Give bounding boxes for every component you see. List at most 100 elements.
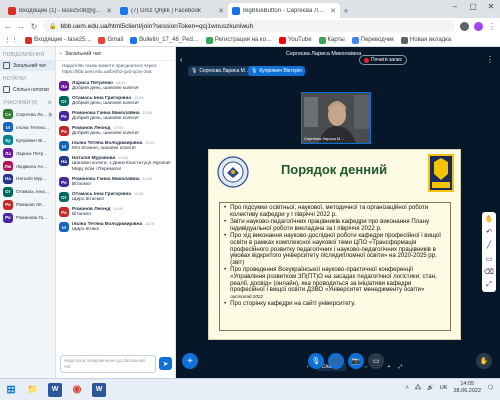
- share-screen-button[interactable]: ▭: [368, 353, 384, 369]
- toggle-userlist-icon[interactable]: ‹: [180, 57, 182, 64]
- chat-composer: Надіслати повідомлення до Загальний чат …: [60, 355, 172, 373]
- chat-message: Ро Романов Леонід 13:53 Добрий день, шановн…: [59, 126, 172, 137]
- browser-tab[interactable]: (7) Gmz Qhjkk | Facebook ✕: [116, 3, 228, 18]
- language-indicator[interactable]: UK: [440, 385, 448, 391]
- url-text: bbb.uem.edu.ua/html5client/join?sessionT…: [60, 22, 254, 30]
- shape-tool-icon[interactable]: ▭: [486, 255, 493, 263]
- shared-notes-label: Спільні нотатки: [13, 86, 49, 93]
- browser-tab-active[interactable]: BigBlueButton - Сергеєва Лар… ✕: [228, 3, 340, 18]
- user-list-item[interactable]: На Наталія Мур…: [0, 172, 55, 185]
- window-controls: – ▢ ✕: [446, 0, 500, 14]
- url-field[interactable]: 🔒 bbb.uem.edu.ua/html5client/join?sessio…: [43, 20, 455, 32]
- avatar: Ро: [3, 212, 13, 223]
- pencil-icon[interactable]: ╱: [487, 241, 491, 249]
- forward-icon[interactable]: →: [17, 22, 25, 31]
- messages-section-header: ПОВІДОМЛЕННЯ: [0, 47, 55, 60]
- minimize-button[interactable]: –: [446, 0, 464, 14]
- word-icon[interactable]: W: [92, 382, 106, 397]
- user-list-item[interactable]: СеСергеєва Ла… (Ви): [0, 108, 55, 121]
- close-tab-icon[interactable]: ✕: [330, 7, 336, 15]
- mute-microphone-button[interactable]: 🎙: [308, 353, 324, 369]
- user-name: Наталія Мур…: [16, 176, 48, 182]
- bookmark[interactable]: Входящие - lase25…: [25, 36, 91, 44]
- word-icon[interactable]: W: [48, 382, 62, 397]
- agenda-item: • Про хід виконання науково-дослідної роб…: [224, 233, 447, 266]
- actions-plus-button[interactable]: +: [182, 353, 198, 369]
- bookmark[interactable]: Переводчик: [351, 36, 394, 44]
- hide-chat-icon[interactable]: ‹: [60, 51, 62, 57]
- chat-message-body: Ільїна Тетяна Володимирівна 13:54 Мої віта…: [72, 141, 172, 152]
- bookmark[interactable]: Gmail: [98, 36, 123, 44]
- start-recording-button[interactable]: Почати запис: [359, 55, 408, 65]
- network-icon[interactable]: 🖧: [415, 384, 421, 393]
- section-title: НОТАТКИ: [3, 76, 26, 82]
- apps-grid-icon[interactable]: ⋮⋮: [4, 36, 18, 44]
- maximize-button[interactable]: ▢: [464, 0, 482, 14]
- user-list-item[interactable]: Лю Людмила Ан…: [0, 160, 55, 173]
- bullet-icon: •: [224, 266, 227, 274]
- university-logo-icon: [217, 156, 249, 188]
- clear-icon[interactable]: ⌫: [484, 268, 494, 276]
- user-list-item[interactable]: Ку Купріявич Ві…: [0, 134, 55, 147]
- bookmark[interactable]: Новая вкладка: [400, 36, 451, 44]
- bookmark[interactable]: Регистрация на ко…: [205, 36, 272, 44]
- bookmark-icon: [205, 36, 213, 44]
- bookmark-icon: [400, 36, 408, 44]
- reload-icon[interactable]: ↻: [30, 22, 38, 31]
- back-icon[interactable]: ←: [4, 22, 12, 31]
- windows-start-icon[interactable]: ⊞: [4, 383, 18, 397]
- public-chat-item[interactable]: Загальний чат: [0, 60, 55, 71]
- settings-gear-icon[interactable]: ⚙: [48, 100, 52, 106]
- notifications-icon[interactable]: 🗨: [487, 385, 494, 391]
- send-message-button[interactable]: ➤: [159, 357, 172, 370]
- tray-chevron-icon[interactable]: ˄: [406, 385, 409, 391]
- bookmark[interactable]: Bulletin_17_46_Ped…: [130, 36, 199, 44]
- chat-timestamp: 13:53: [134, 96, 144, 100]
- extension-icon[interactable]: [460, 21, 469, 31]
- chat-panel: ‹ Загальний чат Надалі Ви також можете п…: [56, 47, 176, 378]
- close-tab-icon[interactable]: ✕: [106, 7, 112, 15]
- multi-user-icon[interactable]: ⤢: [486, 281, 492, 289]
- agenda-item-text: Про хід виконання науково-дослідної робо…: [230, 233, 447, 266]
- user-list: СеСергеєва Ла… (Ви)ІлІльїна Тетяна…КуКуп…: [0, 108, 55, 224]
- user-name: Ільїна Тетяна…: [16, 124, 50, 130]
- bullet-icon: •: [224, 300, 227, 308]
- bbb-app: ПОВІДОМЛЕННЯ Загальний чат НОТАТКИ Спіль…: [0, 47, 500, 378]
- share-webcam-button[interactable]: 📷: [348, 353, 364, 369]
- raise-hand-button[interactable]: ✋: [476, 353, 492, 369]
- profile-avatar[interactable]: [474, 21, 483, 31]
- volume-icon[interactable]: 🔊: [427, 385, 434, 391]
- new-tab-button[interactable]: +: [340, 3, 352, 18]
- options-menu-icon[interactable]: ⋮: [486, 55, 494, 64]
- bookmark[interactable]: YouTube: [278, 36, 312, 44]
- avatar: Ро: [59, 111, 69, 121]
- leave-audio-button[interactable]: 🎧: [328, 353, 344, 369]
- presenter-chip[interactable]: 🎙 Сергеєва Лариса М…: [188, 66, 253, 76]
- shared-notes-item[interactable]: Спільні нотатки: [0, 84, 55, 95]
- lock-icon[interactable]: 🔒: [49, 23, 56, 30]
- bookmark-label: YouTube: [287, 37, 312, 43]
- user-list-item[interactable]: Ла Лариса Петр…: [0, 147, 55, 160]
- agenda-item-text: Про підсумки освітньої, наукової, методи…: [230, 204, 447, 218]
- close-tab-icon[interactable]: ✕: [218, 7, 224, 15]
- bullet-icon: •: [224, 204, 227, 211]
- undo-icon[interactable]: ↶: [486, 228, 492, 236]
- user-list-item[interactable]: От Отамась Інна…: [0, 185, 55, 198]
- browser-tab[interactable]: Входящие (1) - lase2508@gmail ✕: [4, 3, 116, 18]
- chrome-icon[interactable]: ◉: [70, 383, 84, 397]
- file-explorer-icon[interactable]: 📁: [26, 383, 40, 397]
- user-list-item[interactable]: Ро Романова Га…: [0, 211, 55, 224]
- clock[interactable]: 14:05 28.06.2022: [453, 381, 481, 395]
- chat-message-input[interactable]: Надіслати повідомлення до Загальний чат: [60, 355, 156, 373]
- close-window-button[interactable]: ✕: [482, 0, 500, 14]
- chat-message-body: Отамась Інна Григорівна 14:00 Щиро вітаємо…: [72, 192, 172, 203]
- user-name: Романова Га…: [16, 215, 48, 221]
- user-list-item[interactable]: Ро Романов Ле…: [0, 198, 55, 211]
- avatar: От: [59, 96, 69, 106]
- avatar: Іл: [59, 222, 69, 232]
- bookmark[interactable]: Карты: [318, 36, 345, 44]
- webcam-video[interactable]: Сергеєва Лариса М…: [301, 92, 371, 144]
- user-list-item[interactable]: Іл Ільїна Тетяна…: [0, 121, 55, 134]
- hand-tool-icon[interactable]: ✋: [485, 215, 494, 223]
- browser-menu-icon[interactable]: ⋮: [488, 22, 496, 31]
